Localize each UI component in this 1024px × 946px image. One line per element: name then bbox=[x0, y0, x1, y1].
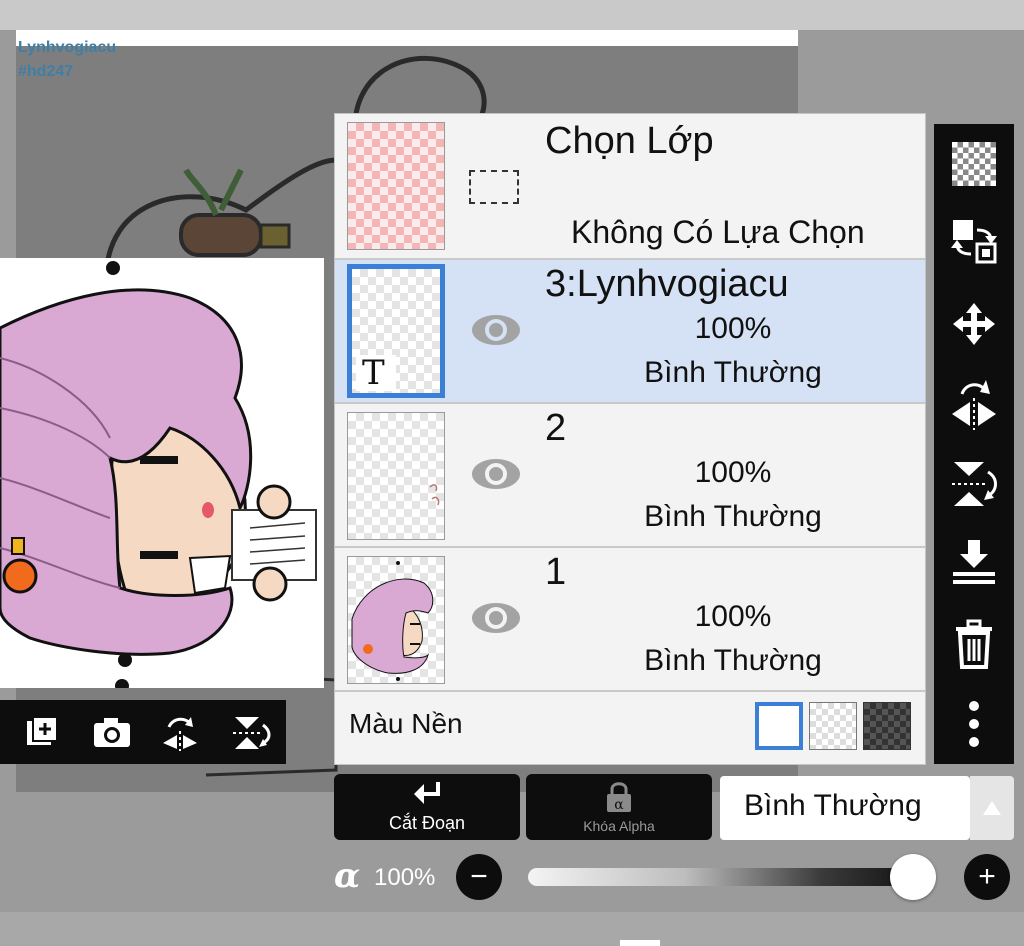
triangle-up-icon bbox=[983, 801, 1001, 815]
add-layer-icon[interactable] bbox=[20, 712, 64, 752]
canvas-preview[interactable] bbox=[0, 258, 324, 688]
clip-label: Cắt Đoạn bbox=[388, 813, 466, 833]
text-layer-marker: T bbox=[356, 355, 396, 391]
more-vert-icon[interactable] bbox=[946, 698, 1002, 750]
plus-icon: + bbox=[978, 860, 996, 893]
clip-arrow-icon bbox=[414, 782, 440, 810]
move-icon[interactable] bbox=[946, 298, 1002, 350]
layer-thumbnail-1 bbox=[347, 556, 445, 684]
layer-row-3[interactable]: T 3:Lynhvogiacu 100% Bình Thường bbox=[335, 260, 925, 402]
blend-mode-dropdown-button[interactable] bbox=[970, 776, 1014, 840]
flip-horizontal-icon[interactable] bbox=[946, 378, 1002, 430]
home-indicator bbox=[620, 940, 660, 946]
layer-blend-mode: Bình Thường bbox=[644, 356, 822, 389]
background-color-row: Màu Nền bbox=[335, 692, 925, 764]
blend-mode-value: Bình Thường bbox=[744, 789, 922, 822]
merge-down-icon[interactable] bbox=[946, 536, 1002, 588]
flip-vertical-icon[interactable] bbox=[228, 712, 272, 752]
watermark: Lynhvogiacu #hd247 bbox=[18, 36, 116, 84]
bg-white-swatch[interactable] bbox=[755, 702, 803, 750]
layers-panel: Chọn Lớp Không Có Lựa Chọn T 3:Lynhvogia… bbox=[334, 113, 926, 765]
lock-icon: α bbox=[607, 782, 631, 813]
opacity-decrease-button[interactable]: − bbox=[456, 854, 502, 900]
camera-icon[interactable] bbox=[90, 712, 134, 752]
blend-mode-select[interactable]: Bình Thường bbox=[720, 776, 970, 840]
canvas-top-strip bbox=[16, 30, 798, 46]
layer-name: 2 bbox=[545, 407, 567, 449]
layer-name: 3:Lynhvogiacu bbox=[545, 263, 789, 305]
selection-layer-row[interactable]: Chọn Lớp Không Có Lựa Chọn bbox=[335, 114, 925, 258]
flip-horizontal-icon[interactable] bbox=[158, 712, 202, 752]
canvas-toolbar bbox=[0, 700, 286, 764]
bottom-bar bbox=[0, 912, 1024, 946]
opacity-increase-button[interactable]: + bbox=[964, 854, 1010, 900]
selection-layer-thumbnail bbox=[347, 122, 445, 250]
bg-checker-swatch[interactable] bbox=[809, 702, 857, 750]
layer-opacity: 100% bbox=[694, 600, 772, 633]
alpha-symbol: α bbox=[334, 856, 361, 896]
bg-dark-checker-swatch[interactable] bbox=[863, 702, 911, 750]
visibility-eye-icon[interactable] bbox=[469, 600, 523, 636]
layer-toolbar bbox=[934, 124, 1014, 764]
layer-row-1[interactable]: 1 100% Bình Thường bbox=[335, 548, 925, 690]
background-color-label: Màu Nền bbox=[349, 708, 463, 739]
watermark-tag: #hd247 bbox=[18, 63, 74, 80]
selection-title: Chọn Lớp bbox=[545, 120, 714, 162]
layer-thumbnail-2 bbox=[347, 412, 445, 540]
svg-text:α: α bbox=[614, 797, 624, 813]
opacity-slider-thumb[interactable] bbox=[890, 854, 936, 900]
visibility-eye-icon[interactable] bbox=[469, 312, 523, 348]
layer-opacity: 100% bbox=[694, 312, 772, 345]
minus-icon: − bbox=[470, 860, 488, 893]
alpha-lock-button[interactable]: α Khóa Alpha bbox=[526, 774, 712, 840]
trash-icon[interactable] bbox=[946, 618, 1002, 670]
visibility-eye-icon[interactable] bbox=[469, 456, 523, 492]
selection-status: Không Có Lựa Chọn bbox=[571, 214, 865, 250]
layer-blend-mode: Bình Thường bbox=[644, 644, 822, 677]
layer-thumbnail-3: T bbox=[347, 264, 445, 398]
layer-name: 1 bbox=[545, 551, 567, 593]
layer-blend-mode: Bình Thường bbox=[644, 500, 822, 533]
top-status-bar bbox=[0, 0, 1024, 30]
watermark-name: Lynhvogiacu bbox=[18, 39, 117, 56]
layer-opacity: 100% bbox=[694, 456, 772, 489]
selection-marquee-icon bbox=[469, 170, 519, 204]
flip-vertical-icon[interactable] bbox=[946, 458, 1002, 510]
swap-layer-icon[interactable] bbox=[946, 216, 1002, 268]
layer-row-2[interactable]: 2 100% Bình Thường bbox=[335, 404, 925, 546]
new-layer-checker-icon[interactable] bbox=[946, 138, 1002, 190]
opacity-slider-track[interactable] bbox=[528, 868, 920, 886]
alpha-lock-label: Khóa Alpha bbox=[583, 818, 655, 834]
opacity-value: 100% bbox=[374, 864, 436, 891]
preview-artwork bbox=[0, 261, 317, 688]
clip-button[interactable]: Cắt Đoạn bbox=[334, 774, 520, 840]
